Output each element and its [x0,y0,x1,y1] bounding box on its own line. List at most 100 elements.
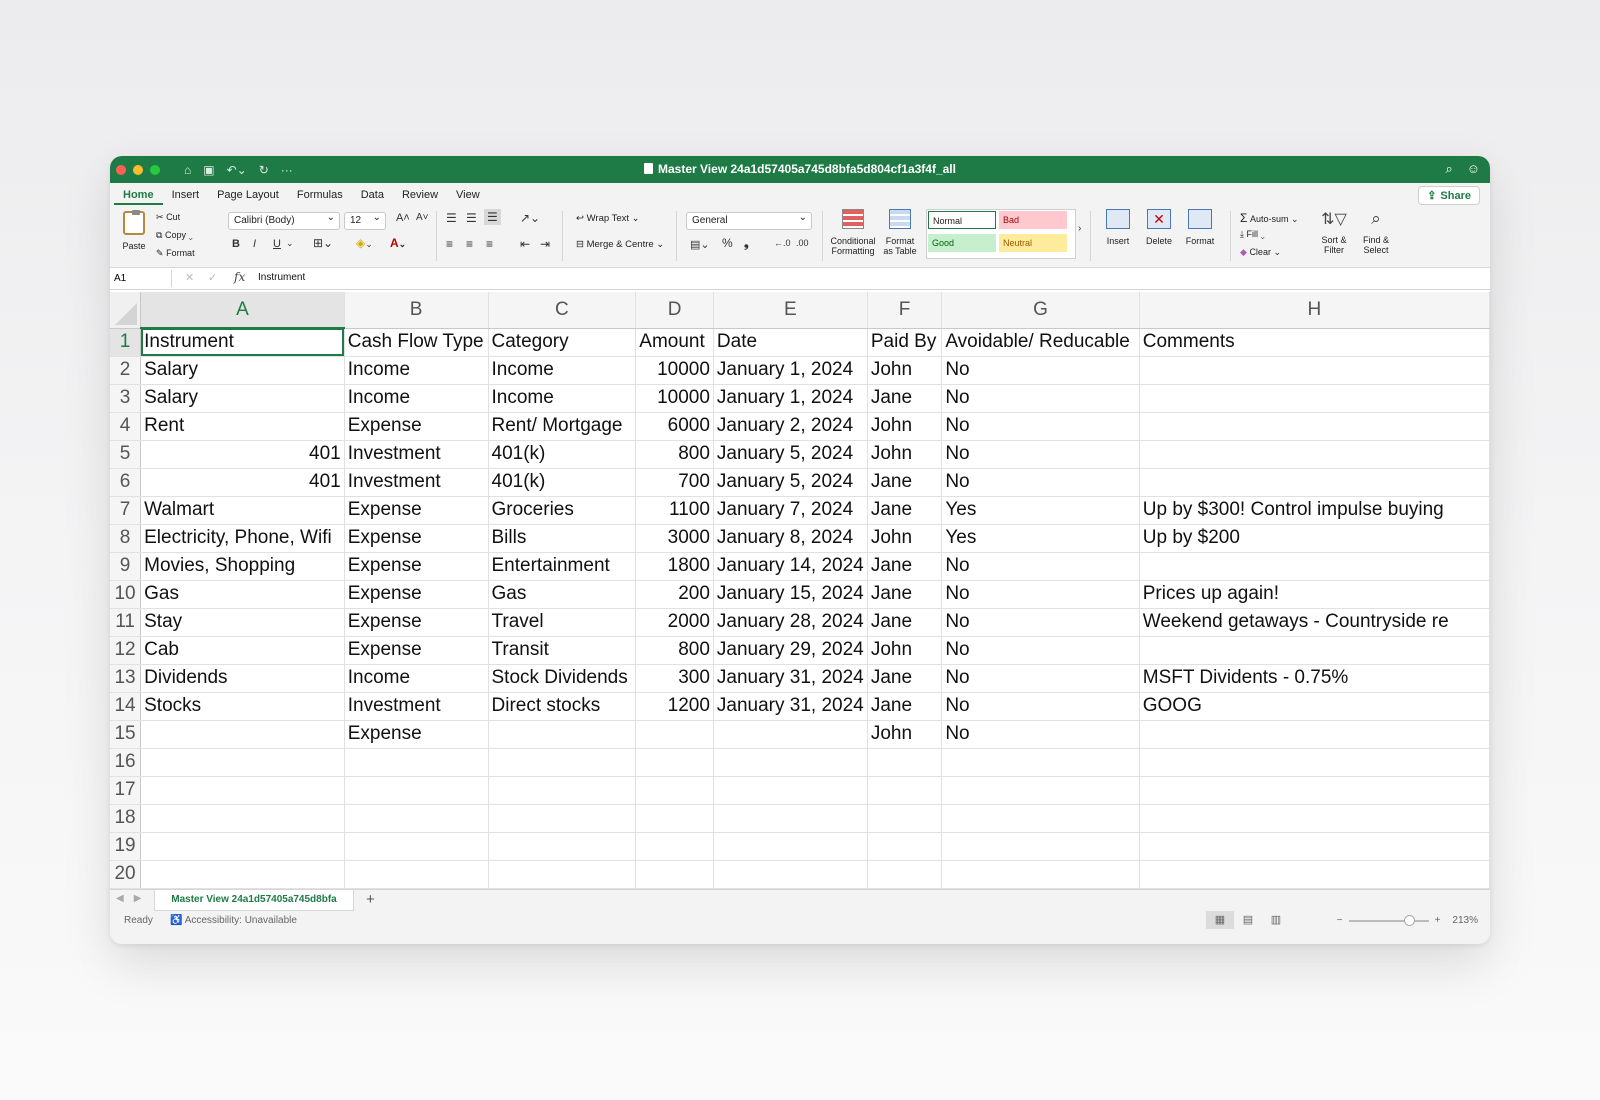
cell-a20[interactable] [140,860,345,889]
cell-b9[interactable]: Expense [344,552,489,581]
cell-h16[interactable] [1139,748,1490,777]
cell-g10[interactable]: No [941,580,1140,609]
row-header[interactable]: 11 [110,608,142,637]
style-bad[interactable]: Bad [999,211,1067,229]
cell-a15[interactable] [140,720,345,749]
align-middle-icon[interactable]: ☰ [466,211,477,225]
share-button[interactable]: ⇪ Share [1418,186,1480,205]
align-left-icon[interactable]: ≡ [446,237,453,251]
row-header[interactable]: 12 [110,636,142,665]
cell-f11[interactable]: Jane [867,608,943,637]
cell-a2[interactable]: Salary [140,356,345,385]
zoom-slider[interactable] [1348,914,1429,926]
column-header[interactable]: E [713,292,868,329]
cell-a12[interactable]: Cab [140,636,345,665]
cell-b3[interactable]: Income [344,384,489,413]
cell-b12[interactable]: Expense [344,636,489,665]
column-header[interactable]: H [1139,292,1490,329]
cell-d20[interactable] [635,860,714,889]
comma-style-icon[interactable]: ❟ [744,236,749,251]
cell-a11[interactable]: Stay [140,608,345,637]
cell-f13[interactable]: Jane [867,664,943,693]
cell-e15[interactable] [713,720,868,749]
row-header[interactable]: 6 [110,468,142,497]
maximize-window-button[interactable] [150,164,160,175]
row-header[interactable]: 14 [110,692,142,721]
cell-b13[interactable]: Income [344,664,489,693]
cell-a10[interactable]: Gas [140,580,345,609]
cell-c2[interactable]: Income [488,356,637,385]
cell-d6[interactable]: 700 [635,468,714,497]
cell-f17[interactable] [867,776,943,805]
number-format-select[interactable]: General [686,210,812,230]
accounting-format-icon[interactable]: ▤⌄ [690,238,710,251]
cell-c15[interactable] [488,720,637,749]
cell-f20[interactable] [867,860,943,889]
fill-button[interactable]: ⤓ Fill ⌄ [1240,229,1265,240]
clear-button[interactable]: ◆ Clear ⌄ [1240,247,1281,258]
cell-c5[interactable]: 401(k) [488,440,637,469]
cell-h15[interactable] [1139,720,1490,749]
cell-b20[interactable] [344,860,489,889]
cell-a7[interactable]: Walmart [140,496,345,525]
increase-font-icon[interactable]: A˄ [396,212,410,224]
decrease-decimal-icon[interactable]: .00 [796,238,809,248]
cell-g14[interactable]: No [941,692,1140,721]
row-header[interactable]: 4 [110,412,142,441]
italic-button[interactable]: I [253,238,256,250]
cell-d16[interactable] [635,748,714,777]
row-header[interactable]: 10 [110,580,142,609]
cell-e12[interactable]: January 29, 2024 [713,636,868,665]
cell-a19[interactable] [140,832,345,861]
cell-e19[interactable] [713,832,868,861]
cell-a17[interactable] [140,776,345,805]
cell-d15[interactable] [635,720,714,749]
row-header[interactable]: 18 [110,804,142,833]
sort-filter-button[interactable]: ⇅▽ Sort & Filter [1314,209,1354,255]
style-neutral[interactable]: Neutral [999,234,1067,252]
row-header[interactable]: 13 [110,664,142,693]
cell-f16[interactable] [867,748,943,777]
copy-button[interactable]: ⧉ Copy ⌄ [156,230,193,241]
cell-f18[interactable] [867,804,943,833]
cell-h8[interactable]: Up by $200 [1139,524,1490,553]
cell-h3[interactable] [1139,384,1490,413]
cell-f3[interactable]: Jane [867,384,943,413]
cell-d19[interactable] [635,832,714,861]
insert-cells-button[interactable]: Insert [1100,209,1136,246]
row-header[interactable]: 2 [110,356,142,385]
cell-b18[interactable] [344,804,489,833]
cell-d13[interactable]: 300 [635,664,714,693]
style-normal[interactable]: Normal [928,211,996,229]
cell-g18[interactable] [941,804,1140,833]
page-break-view-icon[interactable]: ▥ [1262,911,1290,929]
cell-b14[interactable]: Investment [344,692,489,721]
cell-g13[interactable]: No [941,664,1140,693]
cell-g20[interactable] [941,860,1140,889]
cell-h20[interactable] [1139,860,1490,889]
cell-d12[interactable]: 800 [635,636,714,665]
cell-h7[interactable]: Up by $300! Control impulse buying [1139,496,1490,525]
underline-button[interactable]: U [273,238,281,250]
cell-h10[interactable]: Prices up again! [1139,580,1490,609]
percent-icon[interactable]: % [722,236,733,250]
cell-c18[interactable] [488,804,637,833]
tab-formulas[interactable]: Formulas [288,189,352,205]
cell-c13[interactable]: Stock Dividends [488,664,637,693]
cell-g4[interactable]: No [941,412,1140,441]
cell-e20[interactable] [713,860,868,889]
cell-e7[interactable]: January 7, 2024 [713,496,868,525]
cell-e2[interactable]: January 1, 2024 [713,356,868,385]
cell-f19[interactable] [867,832,943,861]
cell-e6[interactable]: January 5, 2024 [713,468,868,497]
cell-d17[interactable] [635,776,714,805]
cell-f1[interactable]: Paid By [867,328,943,357]
cell-c9[interactable]: Entertainment [488,552,637,581]
cell-h6[interactable] [1139,468,1490,497]
cell-c10[interactable]: Gas [488,580,637,609]
cell-f14[interactable]: Jane [867,692,943,721]
cell-a5[interactable]: 401 [140,440,345,469]
delete-cells-button[interactable]: ✕ Delete [1140,209,1178,246]
format-painter-button[interactable]: ✎ Format [156,248,195,259]
cell-f2[interactable]: John [867,356,943,385]
